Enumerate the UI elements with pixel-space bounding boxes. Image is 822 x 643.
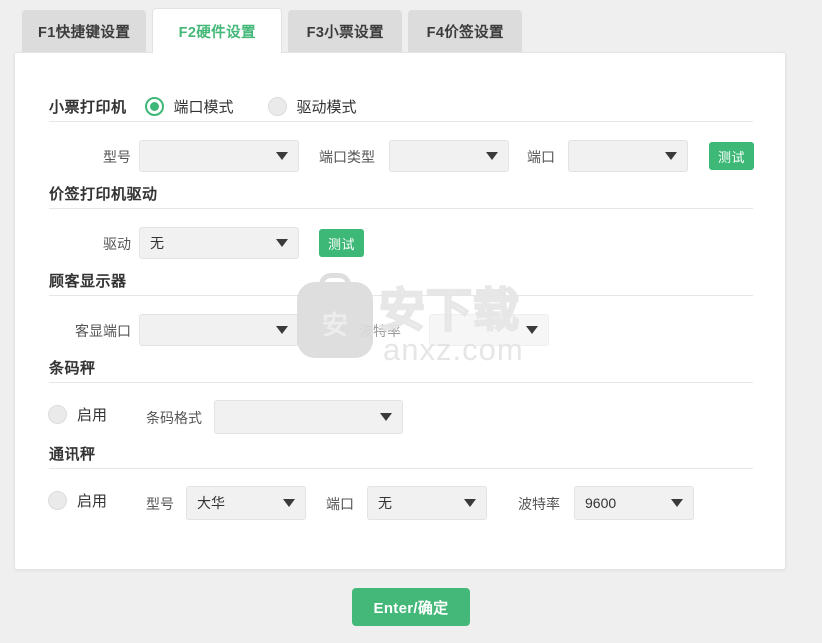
comm-scale-port-value: 无 bbox=[378, 495, 392, 511]
chevron-down-icon bbox=[283, 499, 295, 507]
radio-port-mode[interactable]: 端口模式 bbox=[144, 96, 234, 117]
radio-port-mode-circle-icon[interactable] bbox=[144, 96, 164, 116]
comm-scale-fields-row: 启用 型号 大华 端口 无 波特率 9600 bbox=[15, 484, 785, 520]
barcode-scale-enable-circle-icon[interactable] bbox=[48, 405, 67, 424]
chevron-down-icon bbox=[464, 499, 476, 507]
tab-f2-hardware-settings[interactable]: F2硬件设置 bbox=[152, 8, 283, 53]
customer-display-baud-label: 波特率 bbox=[359, 323, 401, 339]
comm-scale-enable-radio[interactable]: 启用 bbox=[48, 490, 107, 511]
section-barcode-scale: 条码秤 启用 条码格式 bbox=[15, 352, 785, 434]
comm-scale-header: 通讯秤 bbox=[15, 438, 785, 468]
model-select[interactable] bbox=[139, 140, 299, 172]
section-customer-display: 顾客显示器 客显端口 波特率 bbox=[15, 265, 785, 346]
customer-display-divider bbox=[49, 295, 753, 296]
chevron-down-icon bbox=[671, 499, 683, 507]
tag-driver-select[interactable]: 无 bbox=[139, 227, 299, 259]
tab-f3-receipt-settings[interactable]: F3小票设置 bbox=[288, 10, 403, 53]
port-label: 端口 bbox=[527, 149, 555, 165]
receipt-printer-header: 小票打印机 端口模式 驱动模式 bbox=[15, 91, 785, 121]
customer-display-fields-row: 客显端口 波特率 bbox=[15, 313, 785, 347]
chevron-down-icon bbox=[526, 326, 538, 334]
tag-driver-select-value: 无 bbox=[150, 235, 164, 251]
comm-scale-port-label: 端口 bbox=[326, 496, 354, 512]
chevron-down-icon bbox=[486, 152, 498, 160]
comm-scale-divider bbox=[49, 468, 753, 469]
chevron-down-icon bbox=[380, 413, 392, 421]
barcode-scale-enable-radio[interactable]: 启用 bbox=[48, 404, 107, 425]
receipt-printer-test-button[interactable]: 测试 bbox=[709, 142, 755, 170]
receipt-printer-fields-row: 型号 端口类型 端口 测试 bbox=[15, 139, 785, 173]
receipt-printer-title: 小票打印机 bbox=[49, 98, 127, 116]
barcode-format-select[interactable] bbox=[214, 400, 403, 434]
port-type-select[interactable] bbox=[389, 140, 509, 172]
barcode-scale-enable-label: 启用 bbox=[77, 407, 108, 424]
barcode-scale-title: 条码秤 bbox=[49, 359, 96, 377]
model-label: 型号 bbox=[103, 149, 131, 165]
section-tag-printer-driver: 价签打印机驱动 驱动 无 测试 bbox=[15, 178, 785, 259]
comm-scale-baud-label: 波特率 bbox=[518, 496, 560, 512]
radio-port-mode-label: 端口模式 bbox=[173, 98, 234, 116]
tab-f1-shortcut-settings[interactable]: F1快捷键设置 bbox=[22, 10, 147, 53]
tab-f4-price-tag-settings[interactable]: F4价签设置 bbox=[408, 10, 523, 53]
section-comm-scale: 通讯秤 启用 型号 大华 端口 无 波特率 9600 bbox=[15, 438, 785, 520]
comm-scale-title: 通讯秤 bbox=[49, 445, 96, 463]
port-type-label: 端口类型 bbox=[319, 149, 375, 165]
hardware-settings-panel: 小票打印机 端口模式 驱动模式 型号 端口类型 端口 测试 价签打印机驱动 驱动… bbox=[14, 52, 786, 570]
comm-scale-model-select[interactable]: 大华 bbox=[186, 486, 306, 520]
tab-bar: F1快捷键设置 F2硬件设置 F3小票设置 F4价签设置 bbox=[0, 0, 822, 53]
chevron-down-icon bbox=[276, 239, 288, 247]
barcode-scale-divider bbox=[49, 382, 753, 383]
section-receipt-printer: 小票打印机 端口模式 驱动模式 型号 端口类型 端口 测试 bbox=[15, 91, 785, 172]
comm-scale-port-select[interactable]: 无 bbox=[367, 486, 487, 520]
tag-printer-divider bbox=[49, 208, 753, 209]
chevron-down-icon bbox=[276, 326, 288, 334]
comm-scale-baud-value: 9600 bbox=[585, 495, 617, 511]
comm-scale-enable-circle-icon[interactable] bbox=[48, 491, 67, 510]
port-select[interactable] bbox=[568, 140, 688, 172]
customer-display-port-select[interactable] bbox=[139, 314, 299, 346]
tag-printer-title: 价签打印机驱动 bbox=[49, 185, 158, 203]
customer-display-baud-select[interactable] bbox=[429, 314, 549, 346]
customer-display-header: 顾客显示器 bbox=[15, 265, 785, 295]
barcode-scale-fields-row: 启用 条码格式 bbox=[15, 398, 785, 434]
radio-driver-mode-circle-icon[interactable] bbox=[267, 96, 287, 116]
comm-scale-model-value: 大华 bbox=[197, 495, 225, 511]
customer-display-port-label: 客显端口 bbox=[75, 323, 131, 339]
chevron-down-icon bbox=[276, 152, 288, 160]
confirm-button[interactable]: Enter/确定 bbox=[352, 588, 470, 626]
radio-driver-mode-label: 驱动模式 bbox=[296, 98, 357, 116]
footer-bar: Enter/确定 bbox=[0, 588, 822, 626]
barcode-scale-header: 条码秤 bbox=[15, 352, 785, 382]
comm-scale-enable-label: 启用 bbox=[77, 493, 108, 510]
tag-printer-fields-row: 驱动 无 测试 bbox=[15, 226, 785, 260]
barcode-format-label: 条码格式 bbox=[146, 410, 202, 426]
tag-printer-header: 价签打印机驱动 bbox=[15, 178, 785, 208]
chevron-down-icon bbox=[665, 152, 677, 160]
comm-scale-baud-select[interactable]: 9600 bbox=[574, 486, 694, 520]
tag-driver-label: 驱动 bbox=[103, 236, 131, 252]
receipt-printer-divider bbox=[49, 121, 753, 122]
tag-printer-test-button[interactable]: 测试 bbox=[319, 229, 365, 257]
radio-driver-mode[interactable]: 驱动模式 bbox=[267, 96, 357, 117]
comm-scale-model-label: 型号 bbox=[146, 496, 174, 512]
customer-display-title: 顾客显示器 bbox=[49, 272, 127, 290]
